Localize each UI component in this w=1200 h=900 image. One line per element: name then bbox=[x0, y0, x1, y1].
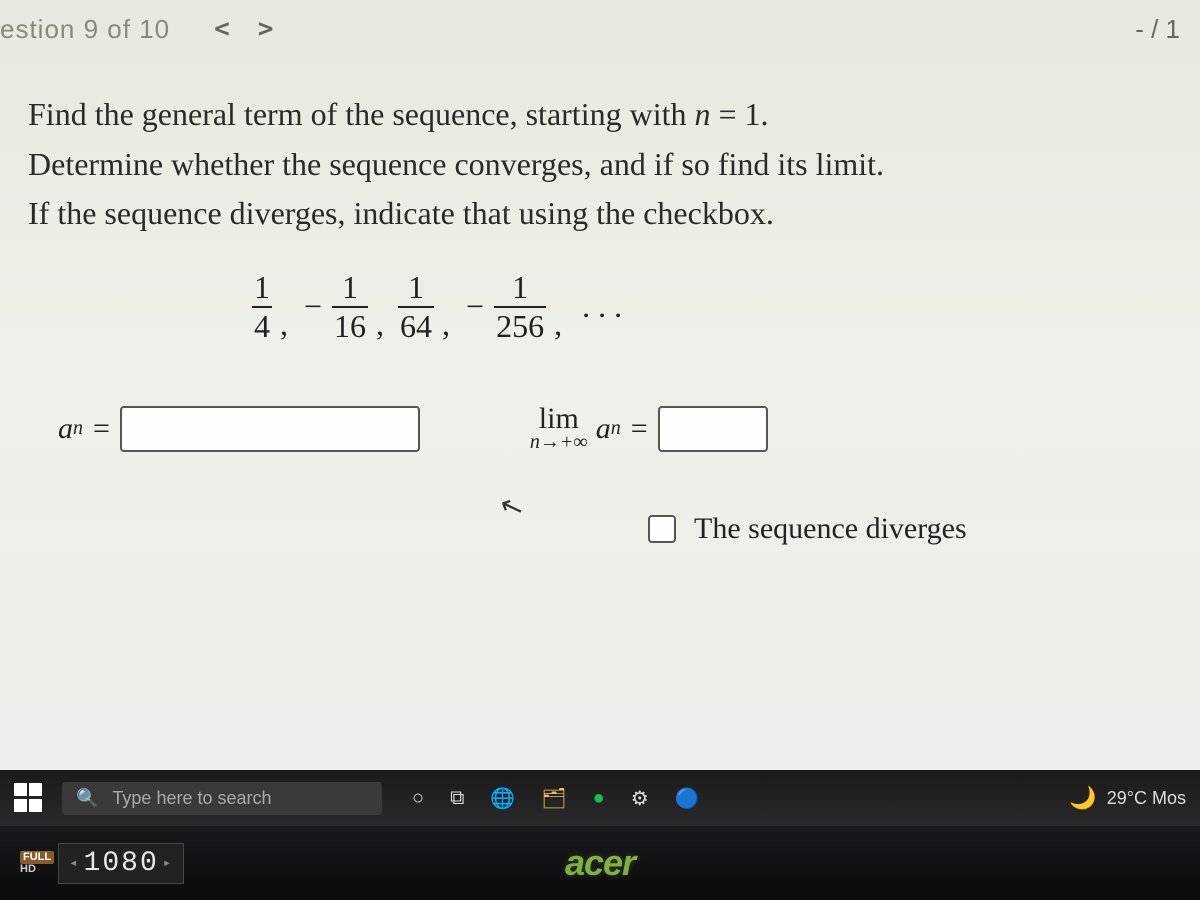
problem-prompt: Find the general term of the sequence, s… bbox=[28, 90, 1172, 239]
windows-taskbar: 🔍 Type here to search ○ ⧉ 🌐 🗂 ● ⚙ 🔵 🌙 29… bbox=[0, 770, 1200, 826]
acer-logo: acer bbox=[565, 842, 635, 884]
an-input[interactable] bbox=[120, 406, 420, 452]
settings-icon[interactable]: ⚙ bbox=[631, 786, 649, 811]
file-explorer-icon[interactable]: 🗂 bbox=[541, 786, 566, 811]
cursor-icon: ↖ bbox=[495, 487, 529, 527]
an-answer-group: an = bbox=[58, 406, 420, 452]
limit-answer-group: lim n→+∞ an = bbox=[530, 405, 768, 453]
search-placeholder: Type here to search bbox=[112, 788, 271, 809]
question-counter: estion 9 of 10 bbox=[0, 14, 170, 45]
diverges-checkbox[interactable] bbox=[648, 515, 676, 543]
edge-icon[interactable]: 🌐 bbox=[490, 786, 515, 811]
sequence-display: 14 , − 116 , 164 , − 1256 , . . . bbox=[248, 269, 1172, 345]
task-view-icon[interactable]: ⧉ bbox=[450, 787, 464, 810]
monitor-bezel: FULL HD ◂ 1080 ▸ acer bbox=[0, 826, 1200, 900]
cortana-icon[interactable]: ○ bbox=[412, 787, 424, 810]
next-question-button[interactable]: > bbox=[244, 14, 288, 44]
weather-widget[interactable]: 🌙 29°C Mos bbox=[1069, 785, 1186, 811]
moon-icon: 🌙 bbox=[1069, 785, 1096, 811]
resolution-badge: FULL HD ◂ 1080 ▸ bbox=[20, 843, 184, 884]
start-button[interactable] bbox=[14, 783, 44, 813]
diverges-label: The sequence diverges bbox=[694, 512, 967, 546]
score-display: - / 1 bbox=[1135, 14, 1190, 45]
limit-input[interactable] bbox=[658, 406, 768, 452]
spotify-icon[interactable]: ● bbox=[593, 787, 605, 810]
chrome-icon[interactable]: 🔵 bbox=[675, 786, 700, 811]
taskbar-search[interactable]: 🔍 Type here to search bbox=[62, 782, 382, 815]
prev-question-button[interactable]: < bbox=[200, 14, 244, 44]
search-icon: 🔍 bbox=[76, 788, 98, 809]
